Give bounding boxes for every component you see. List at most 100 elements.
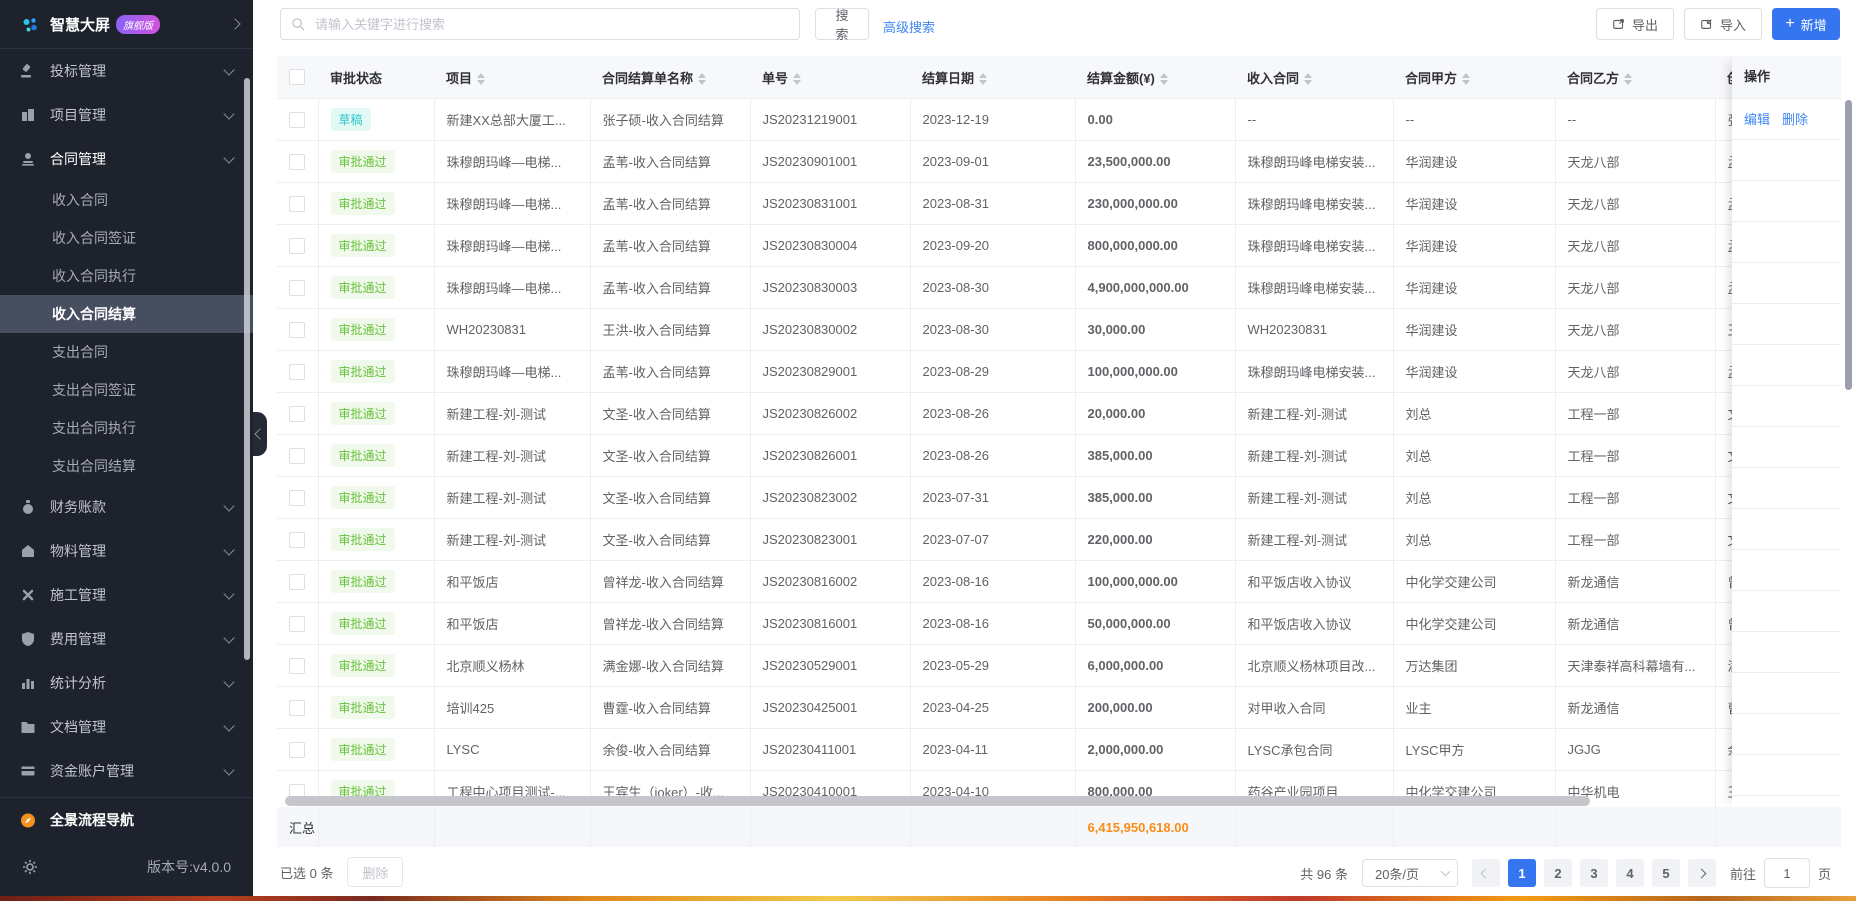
sidebar-item-label: 收入合同签证	[52, 228, 136, 248]
status-badge: 审批通过	[331, 654, 395, 677]
row-checkbox[interactable]	[289, 532, 305, 548]
sidebar-item[interactable]: 费用管理	[0, 617, 253, 661]
import-button[interactable]: 导入	[1684, 8, 1762, 40]
batch-delete-button[interactable]: 删除	[347, 857, 403, 887]
goto-suffix-label: 页	[1818, 864, 1831, 883]
sidebar-item[interactable]: 合同管理	[0, 137, 253, 181]
chevron-down-icon	[223, 676, 234, 687]
sidebar-item-label: 收入合同结算	[52, 304, 136, 324]
gear-icon[interactable]	[22, 859, 38, 875]
column-header[interactable]: 项目	[434, 56, 590, 99]
row-checkbox[interactable]	[289, 196, 305, 212]
row-actions	[1732, 427, 1841, 468]
column-header[interactable]: 收入合同	[1235, 56, 1393, 99]
sidebar-item-panorama-nav[interactable]: 全景流程导航	[0, 798, 253, 842]
page-button-5[interactable]: 5	[1652, 859, 1680, 887]
sort-icon[interactable]	[1462, 73, 1470, 85]
row-checkbox[interactable]	[289, 154, 305, 170]
row-checkbox[interactable]	[289, 658, 305, 674]
row-checkbox[interactable]	[289, 406, 305, 422]
page-button-4[interactable]: 4	[1616, 859, 1644, 887]
delete-link[interactable]: 删除	[1782, 112, 1808, 127]
sidebar-item[interactable]: 统计分析	[0, 661, 253, 705]
gavel-icon	[20, 63, 36, 79]
sort-icon[interactable]	[1624, 73, 1632, 85]
row-checkbox[interactable]	[289, 322, 305, 338]
page-button-1[interactable]: 1	[1508, 859, 1536, 887]
row-actions	[1732, 591, 1841, 632]
row-checkbox[interactable]	[289, 616, 305, 632]
sidebar-collapse-toggle[interactable]	[253, 412, 267, 456]
column-header[interactable]: 合同甲方	[1393, 56, 1555, 99]
search-input[interactable]	[313, 16, 789, 33]
row-checkbox[interactable]	[289, 574, 305, 590]
status-badge: 审批通过	[331, 318, 395, 341]
table-row: 草稿新建XX总部大厦工...张子硕-收入合同结算JS20231219001202…	[277, 99, 1841, 141]
sidebar-item-label: 收入合同	[52, 190, 108, 210]
sort-icon[interactable]	[1160, 73, 1168, 85]
page-size-select[interactable]: 20条/页	[1362, 859, 1458, 887]
sidebar-item-label: 资金账户管理	[50, 761, 134, 781]
sidebar-item[interactable]: 支出合同	[0, 333, 253, 371]
sidebar-logo[interactable]: 智慧大屏 旗舰版	[0, 0, 253, 48]
sidebar-item[interactable]: 支出合同结算	[0, 447, 253, 485]
sort-icon[interactable]	[1304, 73, 1312, 85]
sidebar-item[interactable]: 项目管理	[0, 93, 253, 137]
advanced-search-link[interactable]: 高级搜索	[883, 17, 935, 36]
sidebar-item[interactable]: 资金账户管理	[0, 749, 253, 793]
sidebar-item[interactable]: 投标管理	[0, 49, 253, 93]
sidebar-item[interactable]: 物料管理	[0, 529, 253, 573]
search-button[interactable]: 搜索	[815, 8, 869, 40]
export-button[interactable]: 导出	[1596, 8, 1674, 40]
sidebar-scrollbar[interactable]	[244, 78, 250, 660]
row-checkbox[interactable]	[289, 112, 305, 128]
row-checkbox[interactable]	[289, 448, 305, 464]
sort-icon[interactable]	[477, 73, 485, 85]
import-icon	[1700, 17, 1714, 31]
data-table: 审批状态项目合同结算单名称单号结算日期结算金额(¥)收入合同合同甲方合同乙方创建…	[277, 56, 1841, 807]
row-checkbox[interactable]	[289, 490, 305, 506]
logo-dots-icon	[22, 16, 38, 32]
table-row: 审批通过珠穆朗玛峰—电梯...孟苇-收入合同结算JS20230831001202…	[277, 183, 1841, 225]
horizontal-scrollbar[interactable]	[285, 796, 1590, 806]
goto-label: 前往	[1730, 864, 1756, 883]
sort-icon[interactable]	[793, 73, 801, 85]
table-row: 审批通过珠穆朗玛峰—电梯...孟苇-收入合同结算JS20230901001202…	[277, 141, 1841, 183]
sidebar-item[interactable]: 收入合同执行	[0, 257, 253, 295]
row-checkbox[interactable]	[289, 238, 305, 254]
sidebar-item[interactable]: 支出合同执行	[0, 409, 253, 447]
row-actions: 编辑删除	[1732, 99, 1841, 140]
column-header[interactable]: 结算金额(¥)	[1075, 56, 1235, 99]
sidebar-item[interactable]: 施工管理	[0, 573, 253, 617]
column-header[interactable]: 合同乙方	[1555, 56, 1715, 99]
row-checkbox[interactable]	[289, 700, 305, 716]
row-checkbox[interactable]	[289, 742, 305, 758]
sidebar-item[interactable]: 文档管理	[0, 705, 253, 749]
prev-page-button[interactable]	[1472, 859, 1500, 887]
column-header[interactable]: 结算日期	[910, 56, 1075, 99]
page-button-3[interactable]: 3	[1580, 859, 1608, 887]
next-page-button[interactable]	[1688, 859, 1716, 887]
row-checkbox[interactable]	[289, 280, 305, 296]
column-header[interactable]: 单号	[750, 56, 910, 99]
sidebar-item-label: 支出合同执行	[52, 418, 136, 438]
chevron-right-icon	[229, 18, 240, 29]
sidebar-item[interactable]: 支出合同签证	[0, 371, 253, 409]
add-button[interactable]: + 新增	[1772, 8, 1840, 40]
select-all-checkbox[interactable]	[289, 69, 305, 85]
sidebar-item[interactable]: 财务账款	[0, 485, 253, 529]
sidebar-item-label: 合同管理	[50, 149, 106, 169]
sidebar-item[interactable]: 收入合同结算	[0, 295, 253, 333]
sidebar-item[interactable]: 收入合同	[0, 181, 253, 219]
vertical-scrollbar[interactable]	[1845, 100, 1852, 390]
sort-icon[interactable]	[979, 73, 987, 85]
chevron-down-icon	[1441, 867, 1451, 877]
sort-icon[interactable]	[698, 73, 706, 85]
page-button-2[interactable]: 2	[1544, 859, 1572, 887]
edit-link[interactable]: 编辑	[1744, 112, 1770, 127]
row-checkbox[interactable]	[289, 364, 305, 380]
column-header[interactable]: 合同结算单名称	[590, 56, 750, 99]
row-actions	[1732, 632, 1841, 673]
goto-page-input[interactable]	[1764, 858, 1810, 888]
sidebar-item[interactable]: 收入合同签证	[0, 219, 253, 257]
